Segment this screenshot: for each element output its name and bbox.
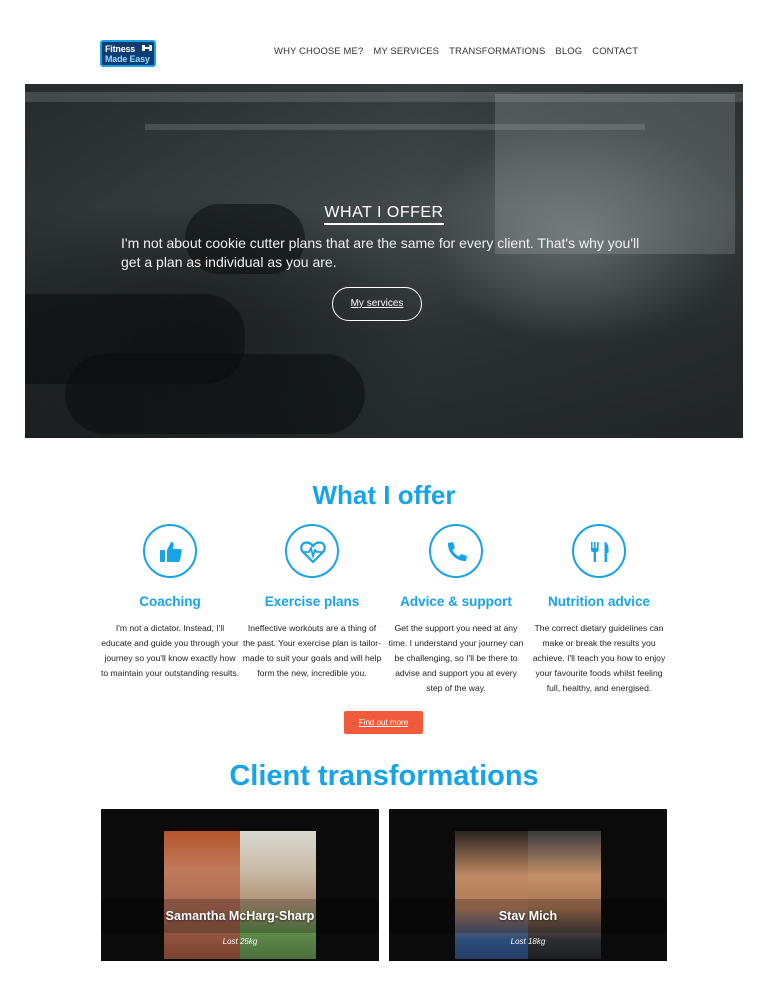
logo-line-2: Made Easy xyxy=(105,54,150,64)
service-description: Ineffective workouts are a thing of the … xyxy=(242,623,382,678)
find-out-more-button[interactable]: Find out more xyxy=(344,711,423,734)
service-name: Coaching xyxy=(139,594,201,609)
service-description: The correct dietary guidelines can make … xyxy=(532,623,666,693)
logo-line-1: Fitness xyxy=(105,44,136,54)
brand-logo[interactable]: Fitness Made Easy xyxy=(100,40,156,67)
ceiling-beam xyxy=(25,92,743,102)
service-name: Exercise plans xyxy=(264,594,360,609)
dumbbell-rack-image xyxy=(65,354,365,434)
hero-banner: WHAT I OFFER I'm not about cookie cutter… xyxy=(25,84,743,438)
transformation-card[interactable]: Samantha McHarg-Sharp Lost 25kg xyxy=(101,809,379,961)
hero-description: I'm not about cookie cutter plans that a… xyxy=(121,235,640,270)
client-result: Lost 18kg xyxy=(510,937,546,946)
fork-knife-icon xyxy=(572,524,626,578)
client-name: Stav Mich xyxy=(498,909,558,923)
client-name: Samantha McHarg-Sharp xyxy=(165,909,315,923)
ceiling-beam xyxy=(145,124,645,130)
nav-item-my-services[interactable]: MY SERVICES xyxy=(373,46,439,57)
service-name: Advice & support xyxy=(400,594,512,609)
service-description: I'm not a dictator. Instead, I'll educat… xyxy=(100,623,240,678)
dumbbell-icon xyxy=(142,45,152,51)
service-name: Nutrition advice xyxy=(547,594,650,609)
nav-item-blog[interactable]: BLOG xyxy=(555,46,582,57)
transformations-section-title: Client transformations xyxy=(229,760,539,792)
service-exercise-plans: Exercise plans Ineffective workouts are … xyxy=(242,524,382,681)
heartbeat-icon xyxy=(285,524,339,578)
gym-window-background xyxy=(495,94,735,254)
service-description: Get the support you need at any time. I … xyxy=(388,623,524,693)
site-header: Fitness Made Easy WHY CHOOSE ME? MY SERV… xyxy=(0,0,768,84)
client-result: Lost 25kg xyxy=(222,937,258,946)
hero-title: WHAT I OFFER xyxy=(25,204,743,225)
transformation-card[interactable]: Stav Mich Lost 18kg xyxy=(389,809,667,961)
phone-icon xyxy=(429,524,483,578)
main-nav: WHY CHOOSE ME? MY SERVICES TRANSFORMATIO… xyxy=(274,46,638,57)
nav-item-contact[interactable]: CONTACT xyxy=(592,46,638,57)
my-services-button[interactable]: My services xyxy=(332,287,422,321)
nav-item-why-choose-me[interactable]: WHY CHOOSE ME? xyxy=(274,46,363,57)
nav-item-transformations[interactable]: TRANSFORMATIONS xyxy=(449,46,545,57)
service-coaching: Coaching I'm not a dictator. Instead, I'… xyxy=(100,524,240,681)
service-advice-support: Advice & support Get the support you nee… xyxy=(386,524,526,696)
offer-section-title: What I offer xyxy=(312,480,456,510)
thumbs-up-icon xyxy=(143,524,197,578)
service-nutrition-advice: Nutrition advice The correct dietary gui… xyxy=(529,524,669,696)
